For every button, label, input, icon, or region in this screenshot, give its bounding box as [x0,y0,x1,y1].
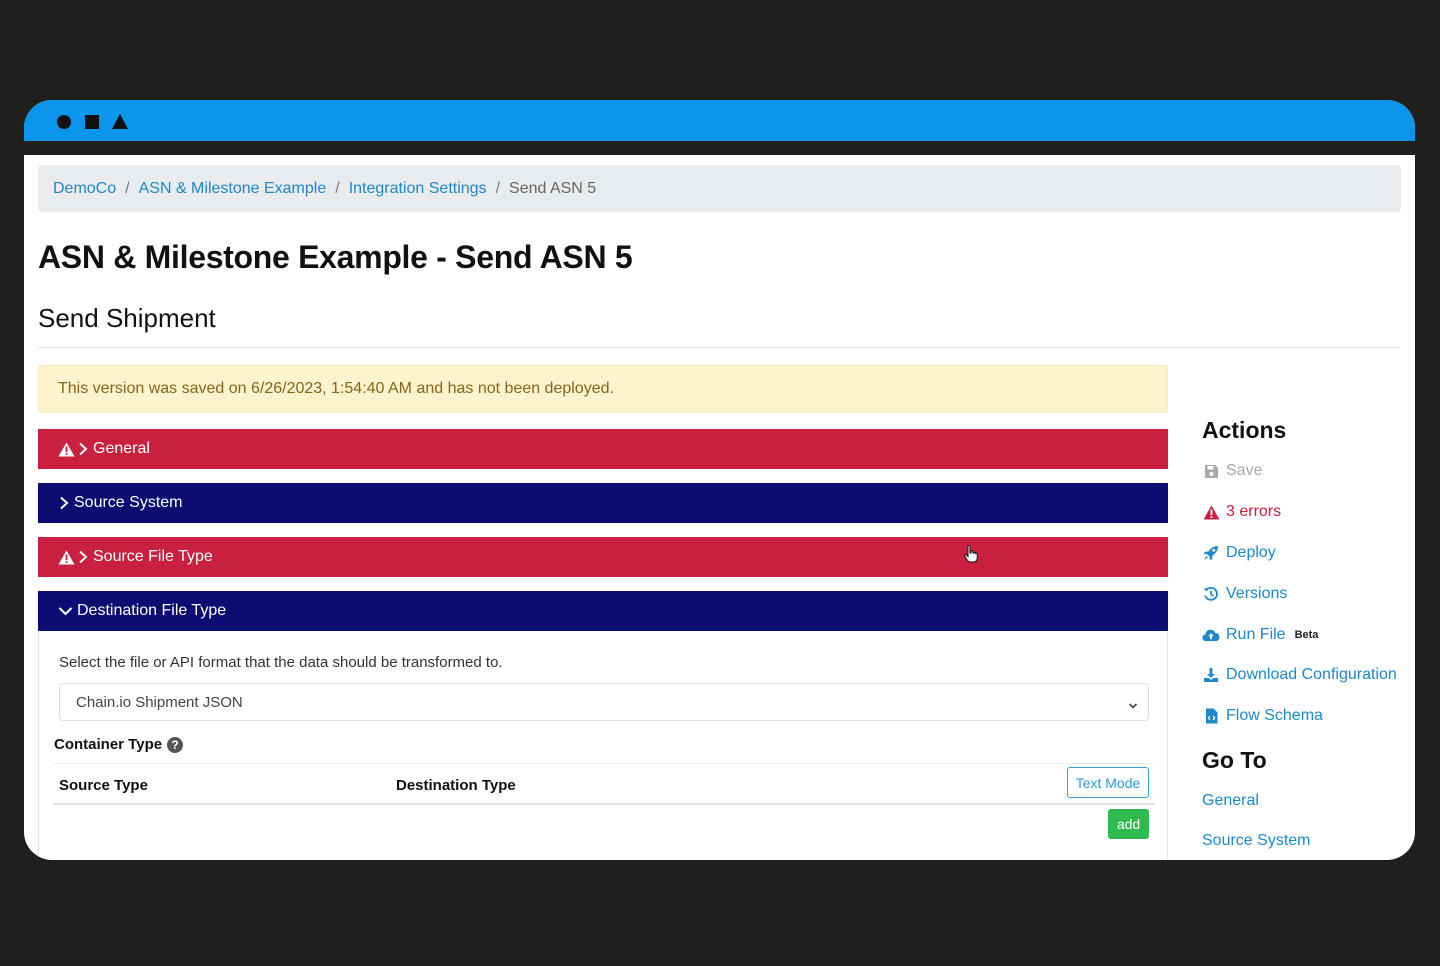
divider [38,347,1401,348]
page-subtitle: Send Shipment [38,303,216,333]
action-download-label: Download Configuration [1226,666,1397,683]
chevron-right-icon [77,550,89,564]
container-type-text: Container Type [54,736,163,753]
cloud-upload-icon [1202,626,1220,644]
panel-general-header[interactable]: General [38,429,1168,469]
rocket-icon [1202,544,1220,562]
destination-description: Select the file or API format that the d… [59,654,503,671]
warning-triangle-icon [58,442,75,457]
chevron-down-icon [58,605,73,617]
goto-heading: Go To [1202,747,1267,773]
table-header-divider [54,803,1154,805]
add-mapping-button[interactable]: add [1108,809,1149,839]
action-flow-schema[interactable]: Flow Schema [1202,707,1323,725]
action-deploy[interactable]: Deploy [1202,544,1276,562]
chevron-right-icon [58,496,70,510]
breadcrumb-link-integration-settings[interactable]: Integration Settings [349,180,487,198]
breadcrumb-link-democo[interactable]: DemoCo [53,180,116,198]
beta-badge: Beta [1294,629,1319,641]
breadcrumb-current: Send ASN 5 [509,179,597,197]
breadcrumb: DemoCo / ASN & Milestone Example / Integ… [38,165,1401,212]
window-titlebar [24,100,1415,155]
panel-destination-file-type-header[interactable]: Destination File Type [38,591,1168,631]
warning-triangle-icon [1202,503,1220,521]
breadcrumb-separator: / [495,179,501,197]
circle-icon [57,115,71,129]
action-versions-label: Versions [1226,585,1288,602]
action-versions[interactable]: Versions [1202,585,1287,603]
action-download-configuration[interactable]: Download Configuration [1202,666,1397,684]
breadcrumb-link-project[interactable]: ASN & Milestone Example [139,180,327,198]
panel-source-file-type-label: Source File Type [93,548,213,565]
divider [54,763,1154,764]
actions-sidebar: Actions Save 3 errors Deploy Versions Ru… [1202,155,1415,860]
actions-heading: Actions [1202,417,1287,443]
action-errors[interactable]: 3 errors [1202,503,1281,521]
warning-triangle-icon [58,550,75,565]
breadcrumb-separator: / [335,179,340,197]
hand-pointer-icon [964,544,978,568]
goto-link-source-system[interactable]: Source System [1202,832,1310,850]
page-title: ASN & Milestone Example - Send ASN 5 [38,239,633,275]
action-save[interactable]: Save [1202,462,1262,480]
chevron-down-icon [1128,697,1138,714]
action-run-file[interactable]: Run File Beta [1202,626,1318,644]
text-mode-button[interactable]: Text Mode [1067,767,1149,798]
panel-destination-file-type-body: Select the file or API format that the d… [38,632,1168,860]
panel-source-system-label: Source System [74,494,183,511]
action-flow-schema-label: Flow Schema [1226,707,1323,724]
help-icon[interactable]: ? [167,736,184,753]
square-icon [85,115,99,129]
column-header-source-type: Source Type [59,777,148,794]
breadcrumb-separator: / [125,179,130,197]
panel-source-system-header[interactable]: Source System [38,483,1168,523]
app-window: DemoCo / ASN & Milestone Example / Integ… [24,100,1415,860]
action-deploy-label: Deploy [1226,544,1276,561]
download-icon [1202,666,1220,684]
goto-link-general[interactable]: General [1202,792,1259,810]
panel-source-file-type-header[interactable]: Source File Type [38,537,1168,577]
panel-destination-file-type-label: Destination File Type [77,602,227,619]
column-header-destination-type: Destination Type [396,777,516,794]
triangle-icon [112,114,128,129]
page-content: DemoCo / ASN & Milestone Example / Integ… [24,155,1415,860]
action-run-file-label: Run File [1226,626,1286,643]
destination-format-value: Chain.io Shipment JSON [76,693,243,711]
action-save-label: Save [1226,462,1263,479]
history-icon [1202,585,1220,603]
action-errors-label: 3 errors [1226,503,1282,520]
container-type-label: Container Type ? [54,736,184,753]
file-code-icon [1202,707,1220,725]
destination-format-select[interactable]: Chain.io Shipment JSON [59,683,1149,721]
chevron-right-icon [77,442,89,456]
unsaved-version-alert: This version was saved on 6/26/2023, 1:5… [38,365,1168,413]
panel-general-label: General [93,440,150,457]
floppy-disk-icon [1202,462,1220,480]
